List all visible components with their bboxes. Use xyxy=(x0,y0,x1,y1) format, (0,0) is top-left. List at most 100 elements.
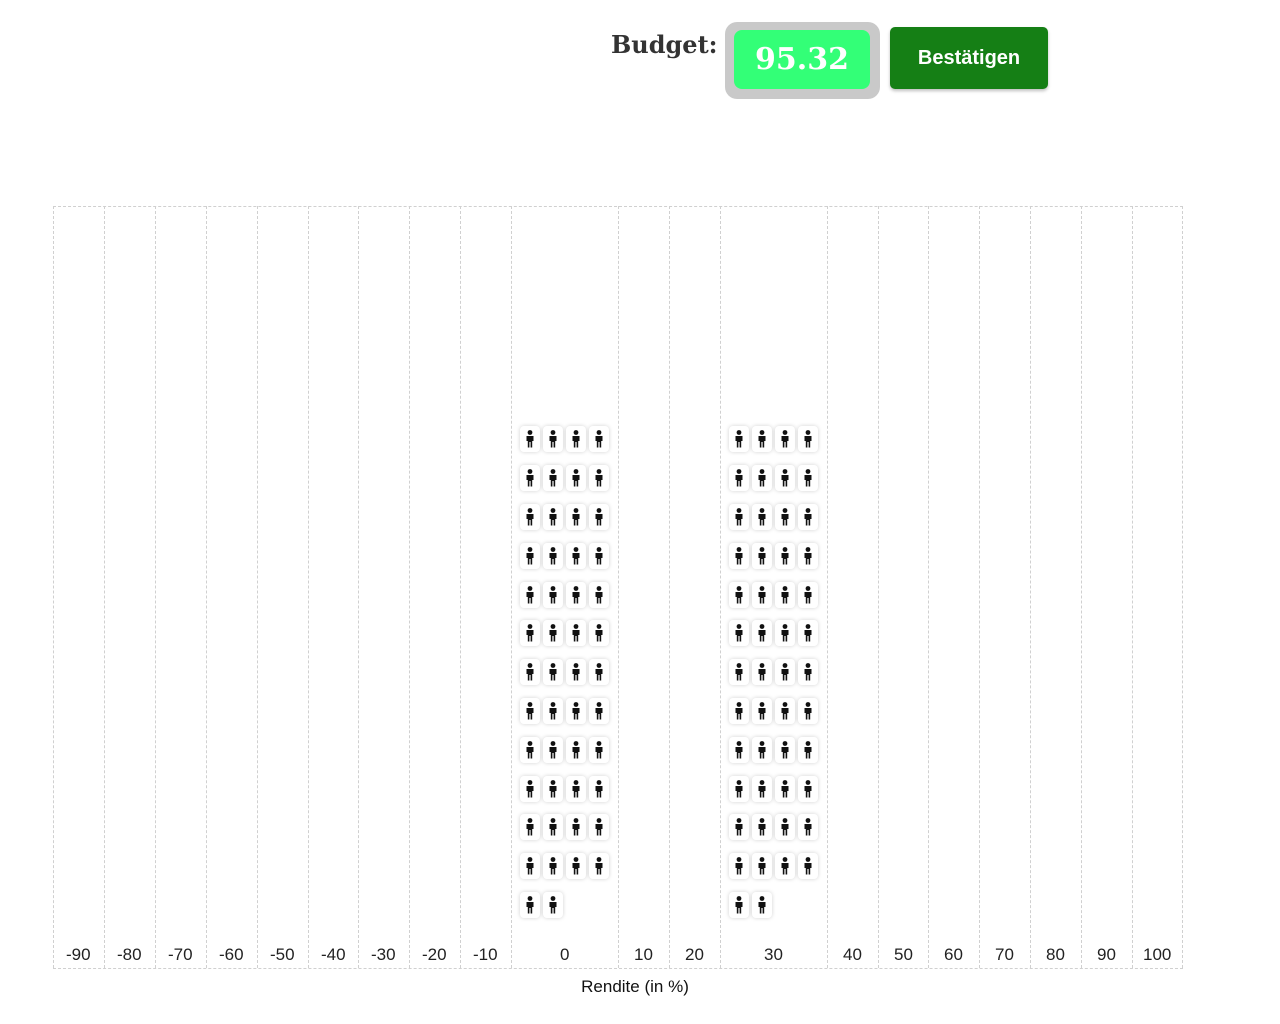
person-icon xyxy=(775,698,795,724)
person-icon xyxy=(543,892,563,918)
x-tick-label: 100 xyxy=(1143,945,1172,964)
person-icon xyxy=(543,504,563,530)
person-icon xyxy=(589,504,609,530)
person-icon xyxy=(775,504,795,530)
person-icon xyxy=(566,543,586,569)
person-icon xyxy=(589,776,609,802)
person-icon xyxy=(752,659,772,685)
x-tick-label: 20 xyxy=(685,945,704,964)
person-icon xyxy=(729,853,749,879)
chart-bottom-border xyxy=(53,968,1183,969)
x-tick-label: -10 xyxy=(473,945,498,964)
person-icon xyxy=(543,737,563,763)
x-tick-label: -80 xyxy=(117,945,142,964)
person-icon xyxy=(566,853,586,879)
person-icon xyxy=(775,853,795,879)
person-icon xyxy=(729,698,749,724)
person-icon xyxy=(589,582,609,608)
person-icon xyxy=(752,737,772,763)
x-tick-label: -60 xyxy=(219,945,244,964)
person-icon xyxy=(589,737,609,763)
person-icon xyxy=(775,620,795,646)
person-icon xyxy=(566,737,586,763)
person-icon xyxy=(589,659,609,685)
person-icon xyxy=(566,465,586,491)
person-icon xyxy=(798,698,818,724)
x-tick-label: 0 xyxy=(560,945,570,964)
chart-column xyxy=(206,206,257,968)
person-icon xyxy=(752,465,772,491)
x-tick-label: 40 xyxy=(843,945,862,964)
person-icon xyxy=(566,659,586,685)
person-icon xyxy=(798,776,818,802)
chart-column xyxy=(257,206,308,968)
person-icon xyxy=(543,426,563,452)
person-icon xyxy=(543,776,563,802)
person-icon xyxy=(520,698,540,724)
chart-column xyxy=(1030,206,1081,968)
x-tick-label: 90 xyxy=(1097,945,1116,964)
person-icon xyxy=(729,504,749,530)
chart-column xyxy=(104,206,155,968)
person-icon xyxy=(798,465,818,491)
person-icon xyxy=(589,465,609,491)
person-icon xyxy=(520,504,540,530)
person-icon xyxy=(520,426,540,452)
person-icon xyxy=(520,776,540,802)
person-icon xyxy=(520,737,540,763)
person-icon xyxy=(566,814,586,840)
person-icon xyxy=(798,543,818,569)
person-icon xyxy=(543,465,563,491)
x-tick-label: -20 xyxy=(422,945,447,964)
person-icon xyxy=(729,659,749,685)
person-icon xyxy=(543,814,563,840)
person-icon xyxy=(566,582,586,608)
person-icon xyxy=(520,814,540,840)
x-tick-label: 80 xyxy=(1046,945,1065,964)
person-icon xyxy=(729,892,749,918)
x-tick-label: 10 xyxy=(634,945,653,964)
person-icon xyxy=(589,814,609,840)
person-icon xyxy=(566,698,586,724)
person-icon xyxy=(752,698,772,724)
person-icon xyxy=(543,853,563,879)
person-icon xyxy=(752,814,772,840)
person-icon xyxy=(729,776,749,802)
person-icon xyxy=(566,426,586,452)
person-icon xyxy=(775,543,795,569)
person-icon xyxy=(543,620,563,646)
person-icon xyxy=(752,426,772,452)
x-tick-label: -30 xyxy=(371,945,396,964)
person-icon xyxy=(775,465,795,491)
person-icon xyxy=(520,543,540,569)
person-icon xyxy=(520,465,540,491)
person-icon xyxy=(729,737,749,763)
person-icon xyxy=(798,853,818,879)
chart-column xyxy=(928,206,979,968)
person-icon xyxy=(589,426,609,452)
person-icon xyxy=(775,814,795,840)
x-tick-label: 70 xyxy=(995,945,1014,964)
person-icon xyxy=(752,620,772,646)
person-icon xyxy=(729,582,749,608)
distribution-chart: Rendite (in %) -90 -80 -70 -60 -50 -40 -30 -20 -… xyxy=(0,0,1280,1024)
x-tick-label: -40 xyxy=(321,945,346,964)
person-icon xyxy=(775,776,795,802)
chart-column xyxy=(358,206,409,968)
page-root: Budget: 95.32 Bestätigen Rendite (in %) … xyxy=(0,0,1280,1024)
person-icon xyxy=(752,543,772,569)
person-icon xyxy=(520,582,540,608)
person-icon xyxy=(589,543,609,569)
person-icon xyxy=(520,620,540,646)
person-icon xyxy=(798,814,818,840)
person-icon xyxy=(520,659,540,685)
person-icon xyxy=(752,504,772,530)
x-tick-label: -70 xyxy=(168,945,193,964)
person-icon xyxy=(752,892,772,918)
chart-column xyxy=(53,206,104,968)
person-icon xyxy=(798,426,818,452)
person-icon xyxy=(798,659,818,685)
person-icon xyxy=(752,776,772,802)
person-icon xyxy=(566,776,586,802)
x-tick-label: -50 xyxy=(270,945,295,964)
